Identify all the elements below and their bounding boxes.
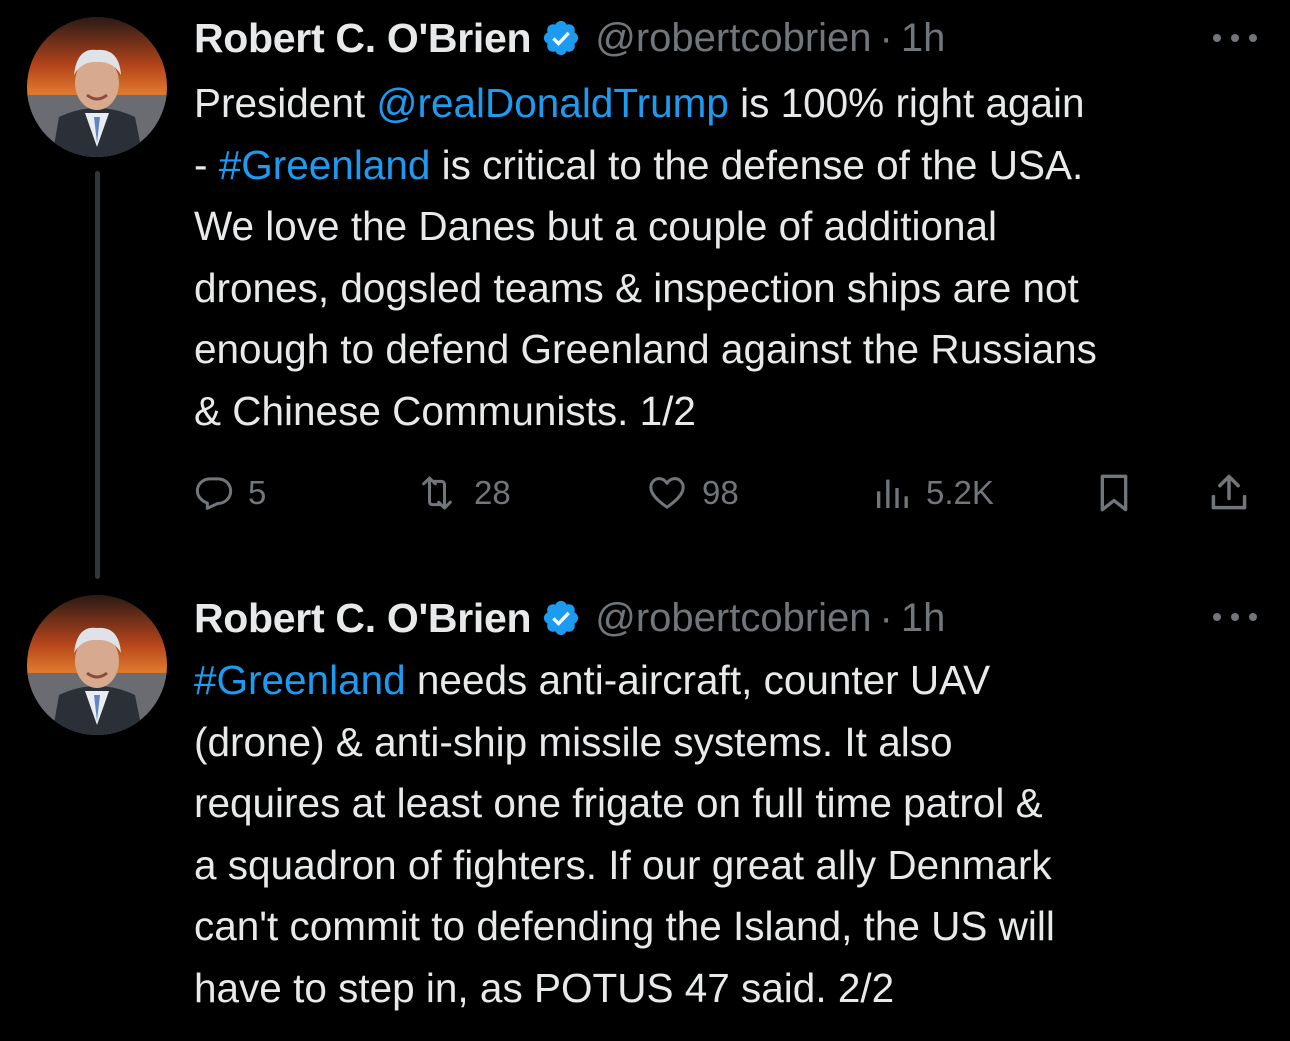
timestamp[interactable]: 1h	[901, 596, 946, 641]
tweet-text-line: (drone) & anti-ship missile systems. It …	[194, 712, 1274, 774]
tweet-text-line: requires at least one frigate on full ti…	[194, 773, 1274, 835]
tweet-header: Robert C. O'Brien @robertcobrien · 1h	[194, 13, 945, 63]
tweet-text-line: enough to defend Greenland against the R…	[194, 319, 1274, 381]
share-button[interactable]	[1207, 465, 1251, 521]
tweet-text-line: We love the Danes but a couple of additi…	[194, 196, 1274, 258]
reply-count: 5	[248, 474, 267, 511]
tweet-text-line: - #Greenland is critical to the defense …	[194, 135, 1274, 197]
tweet-text-segment: President	[194, 80, 377, 126]
tweet-text-segment: We love the Danes but a couple of additi…	[194, 203, 998, 249]
tweet-text-segment: a squadron of fighters. If our great all…	[194, 841, 1052, 888]
separator-dot: ·	[879, 15, 893, 60]
repost-icon	[422, 476, 452, 510]
repost-count: 28	[474, 474, 511, 511]
views-chart-icon	[877, 479, 908, 508]
tweet-text-segment: & Chinese Communists. 1/2	[194, 387, 696, 434]
tweet-1[interactable]: Robert C. O'Brien @robertcobrien · 1h Pr…	[0, 0, 1290, 585]
tweet-text-segment: requires at least one frigate on full ti…	[194, 780, 1043, 826]
reply-button[interactable]: 5	[194, 465, 266, 521]
tweet-text-line: #Greenland needs anti-aircraft, counter …	[194, 650, 1274, 712]
verified-badge-icon	[541, 18, 581, 58]
tweet-text-segment: is 100% right again	[728, 80, 1085, 126]
tweet-text: President @realDonaldTrump is 100% right…	[194, 73, 1274, 442]
tweet-actions: 5 28 98 5.2K	[194, 465, 1264, 521]
bookmark-button[interactable]	[1094, 465, 1134, 521]
timestamp[interactable]: 1h	[901, 16, 946, 61]
tweet-text-line: a squadron of fighters. If our great all…	[194, 835, 1274, 897]
tweet-text-segment: can't commit to defending the Island, th…	[194, 903, 1055, 949]
avatar[interactable]	[27, 17, 167, 157]
views-count: 5.2K	[926, 474, 994, 511]
share-icon	[1211, 474, 1247, 510]
mention-link[interactable]: @realDonaldTrump	[376, 80, 729, 126]
tweet-text: #Greenland needs anti-aircraft, counter …	[194, 650, 1274, 1019]
author-name[interactable]: Robert C. O'Brien	[194, 595, 532, 642]
bookmark-icon	[1100, 474, 1128, 512]
avatar[interactable]	[27, 595, 167, 735]
tweet-text-line: President @realDonaldTrump is 100% right…	[194, 73, 1274, 135]
avatar-photo-icon	[27, 595, 167, 735]
more-dots-icon[interactable]	[1213, 28, 1257, 48]
thread-connector-line	[95, 171, 100, 579]
views-button[interactable]: 5.2K	[872, 465, 994, 521]
tweet-text-line: & Chinese Communists. 1/2	[194, 381, 1274, 443]
tweet-text-segment: (drone) & anti-ship missile systems. It …	[194, 718, 953, 765]
like-count: 98	[702, 474, 739, 511]
heart-icon	[649, 477, 685, 509]
repost-button[interactable]: 28	[414, 465, 511, 521]
author-handle[interactable]: @robertcobrien	[595, 16, 871, 61]
tweet-text-segment: drones, dogsled teams & inspection ships…	[194, 264, 1079, 311]
author-name[interactable]: Robert C. O'Brien	[194, 15, 532, 62]
more-dots-icon[interactable]	[1213, 607, 1257, 627]
tweet-text-segment: enough to defend Greenland against the R…	[194, 326, 1097, 372]
avatar-photo-icon	[27, 17, 167, 157]
tweet-text-segment: needs anti-aircraft, counter UAV	[405, 657, 991, 703]
tweet-text-line: can't commit to defending the Island, th…	[194, 896, 1274, 958]
tweet-text-segment: is critical to the defense of the USA.	[430, 141, 1084, 188]
separator-dot: ·	[879, 595, 893, 640]
tweet-text-segment: -	[194, 141, 219, 188]
reply-icon	[195, 477, 233, 510]
hashtag-link[interactable]: #Greenland	[219, 142, 431, 188]
like-button[interactable]: 98	[646, 465, 739, 521]
verified-badge-icon	[541, 598, 581, 638]
author-handle[interactable]: @robertcobrien	[595, 596, 871, 641]
tweet-text-line: drones, dogsled teams & inspection ships…	[194, 258, 1274, 320]
tweet-header: Robert C. O'Brien @robertcobrien · 1h	[194, 593, 945, 643]
tweet-text-segment: have to step in, as POTUS 47 said. 2/2	[194, 964, 895, 1011]
tweet-text-line: have to step in, as POTUS 47 said. 2/2	[194, 958, 1274, 1020]
hashtag-link[interactable]: #Greenland	[194, 657, 406, 703]
